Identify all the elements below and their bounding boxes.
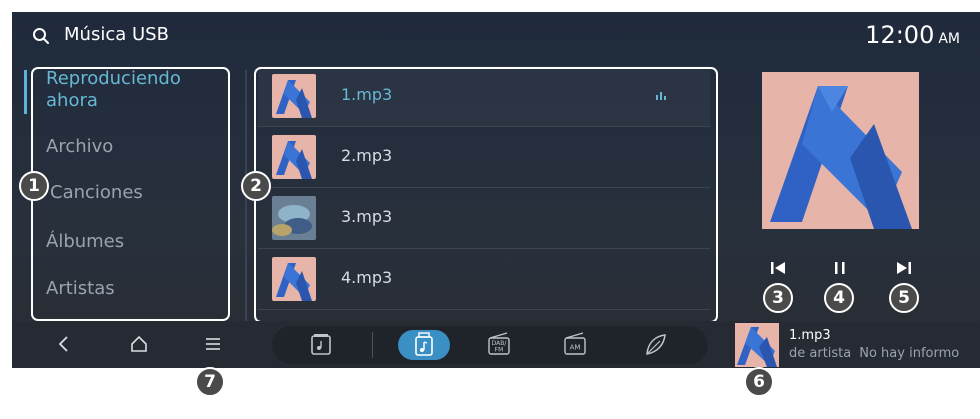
back-icon[interactable]	[53, 333, 75, 355]
mini-album-art[interactable]	[735, 323, 779, 367]
mini-track-info: de artista No hay informo	[789, 346, 969, 361]
media-icon[interactable]	[302, 330, 340, 360]
source-separator	[372, 332, 373, 358]
skip-next-icon[interactable]	[894, 259, 914, 277]
search-icon[interactable]	[32, 27, 50, 45]
callout-badge-5: 5	[889, 283, 919, 313]
mini-track-title: 1.mp3	[789, 328, 831, 343]
mini-album: No hay informo	[859, 346, 960, 361]
leaf-icon[interactable]	[636, 330, 674, 360]
clock-ampm: AM	[938, 31, 960, 47]
am-label: AM	[570, 344, 581, 352]
clock-time: 12:00	[865, 21, 935, 49]
skip-previous-icon[interactable]	[768, 259, 788, 277]
am-radio-source[interactable]: AM	[556, 330, 594, 360]
album-art	[762, 72, 919, 229]
callout-box-sidebar	[31, 67, 230, 321]
callout-badge-4: 4	[824, 283, 854, 313]
page-title: Música USB	[64, 24, 169, 45]
home-icon[interactable]	[128, 333, 150, 355]
callout-badge-1: 1	[19, 171, 49, 201]
callout-badge-3: 3	[763, 283, 793, 313]
fm-label: FM	[495, 347, 504, 354]
active-indicator	[24, 70, 27, 114]
callout-box-tracklist	[254, 67, 718, 323]
clock: 12:00 AM	[865, 21, 960, 49]
usb-music-icon	[415, 332, 433, 356]
callout-badge-6: 6	[744, 367, 774, 397]
dab-fm-icon: DAB/ FM	[488, 332, 510, 355]
callout-badge-7: 7	[195, 367, 225, 397]
callout-badge-2: 2	[241, 171, 271, 201]
pause-icon[interactable]	[830, 259, 850, 277]
am-radio-icon: AM	[564, 332, 586, 355]
usb-music-source[interactable]	[398, 330, 450, 360]
mini-artist: de artista	[789, 346, 852, 361]
dab-fm-source[interactable]: DAB/ FM	[480, 330, 518, 360]
menu-icon[interactable]	[202, 333, 224, 355]
